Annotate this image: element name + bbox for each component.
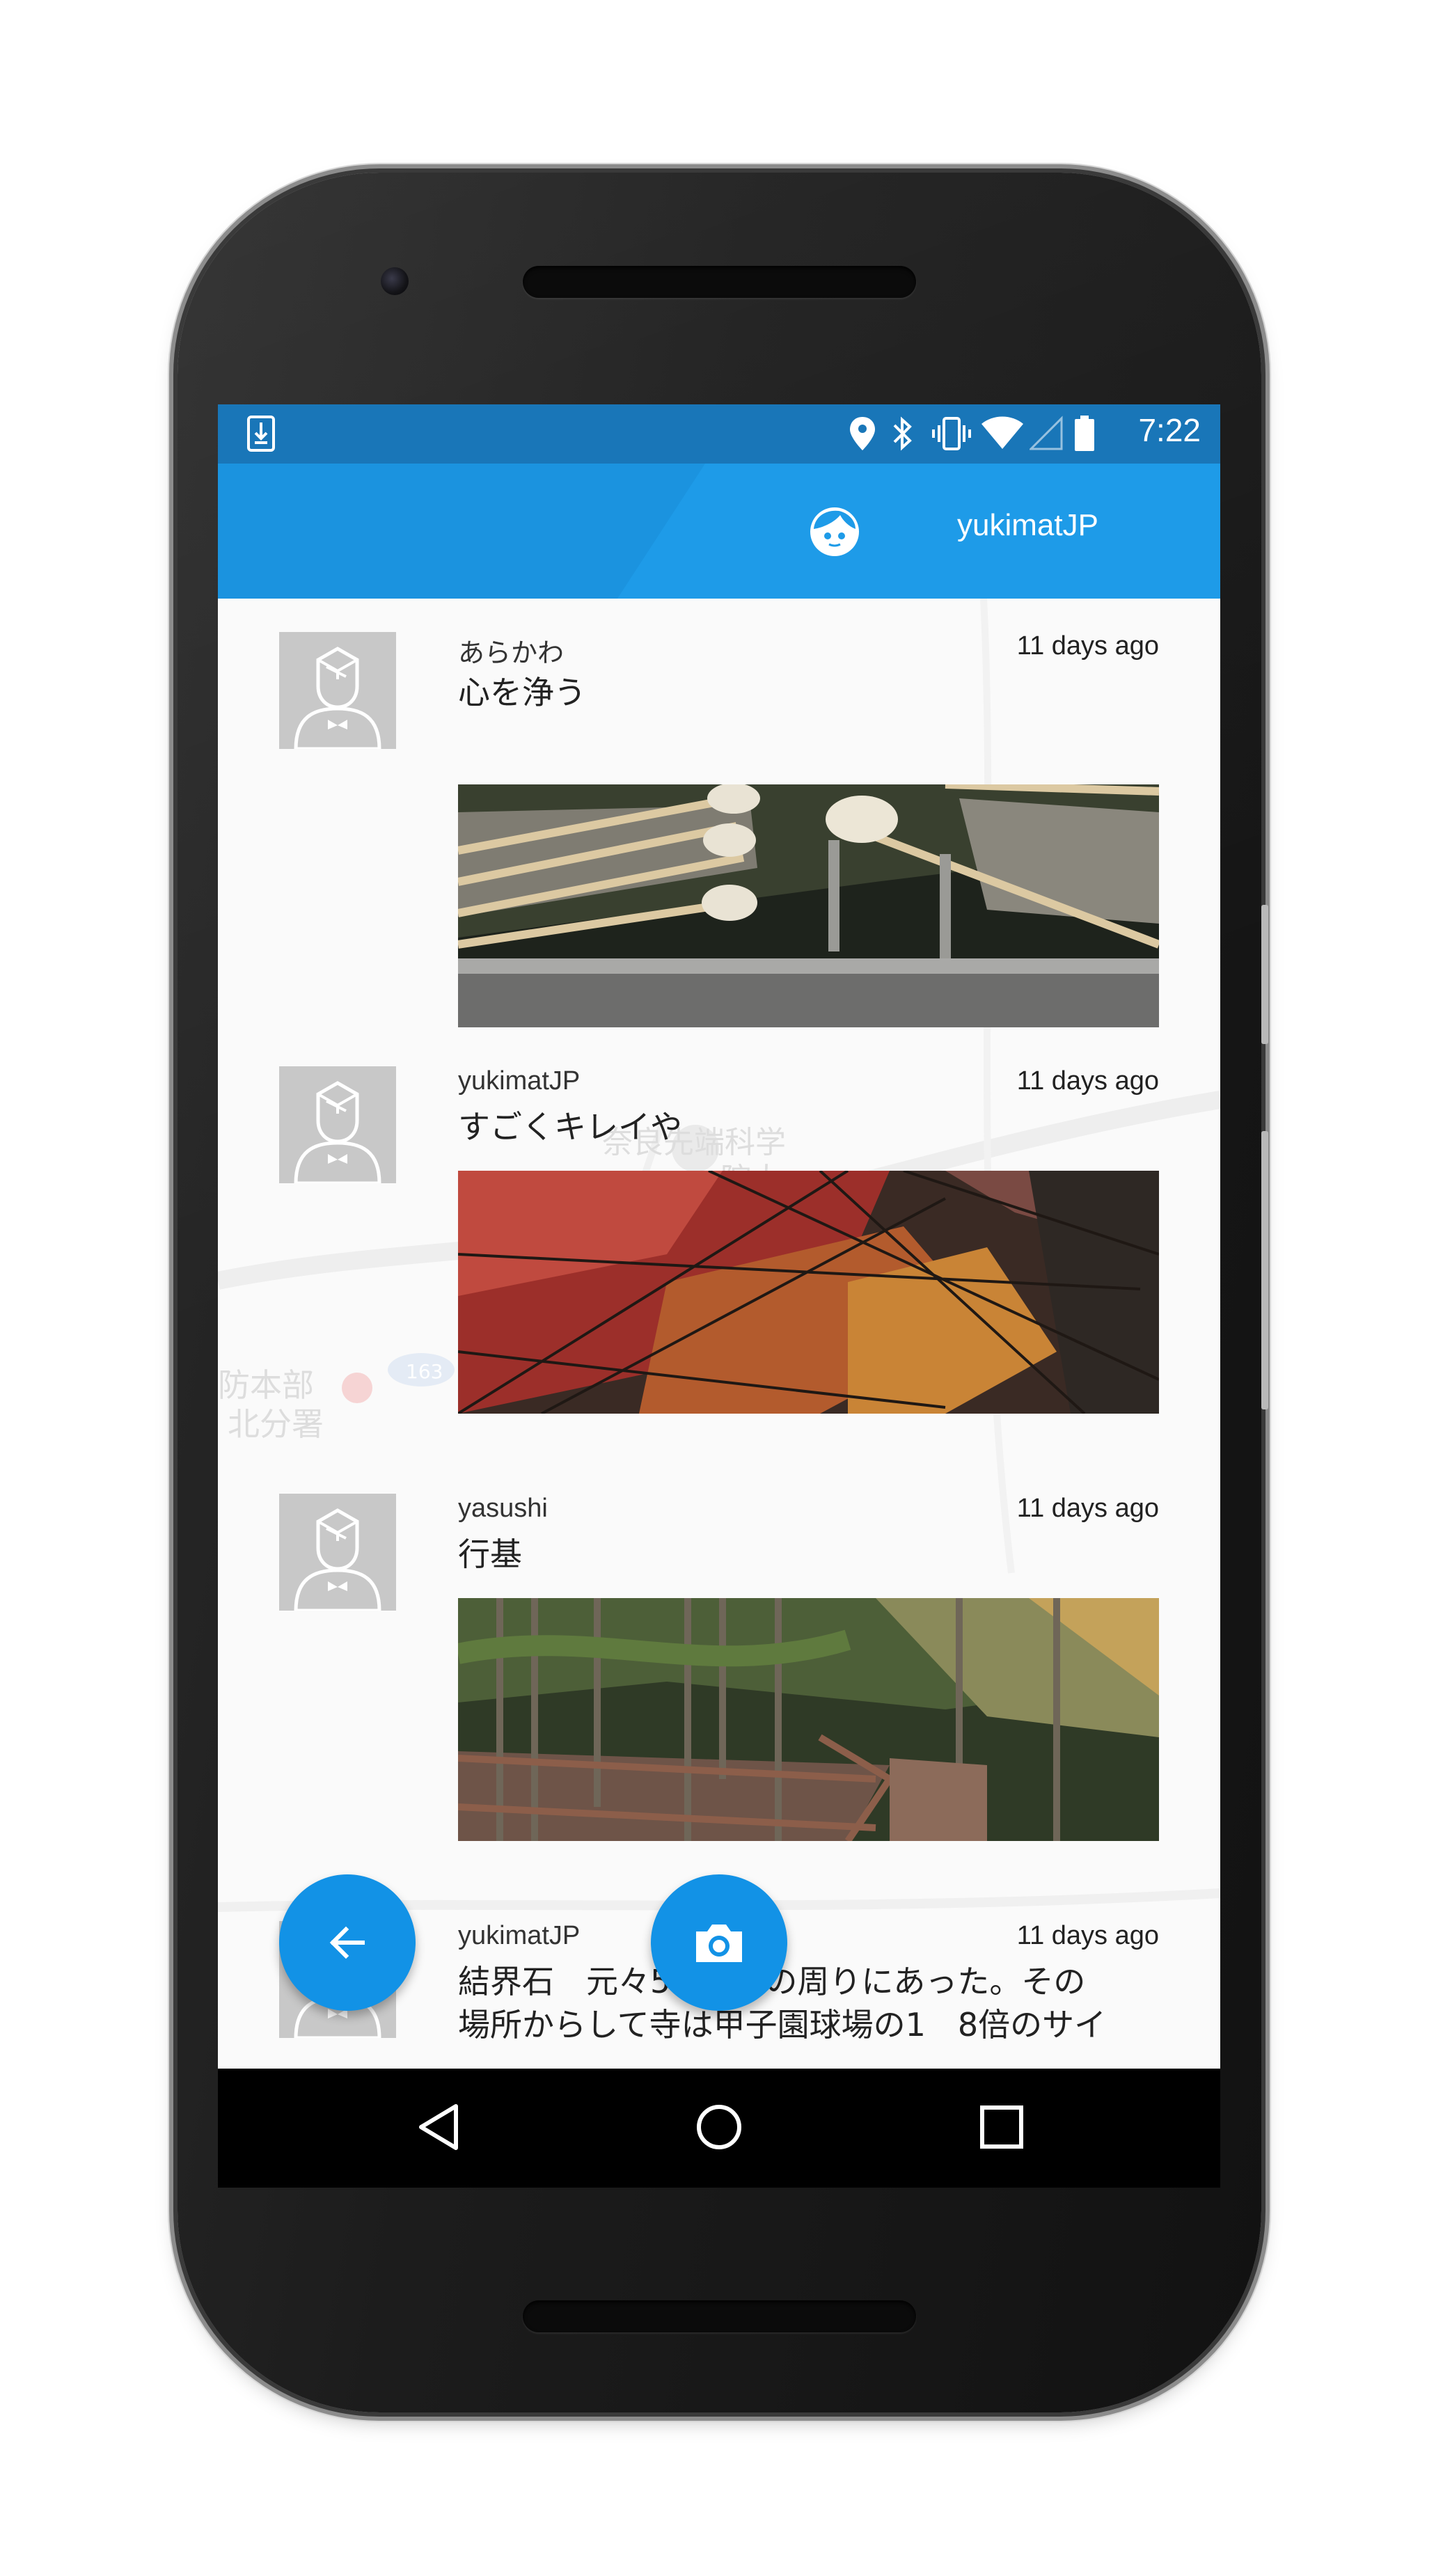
avatar[interactable] bbox=[279, 632, 396, 749]
recents-square-icon[interactable] bbox=[974, 2099, 1030, 2155]
map-label: 北分署 bbox=[228, 1405, 324, 1443]
camera-icon bbox=[696, 1925, 742, 1962]
post-feed[interactable]: 奈良先端科学 院大 防本部 北分署 163 あらかわ 11 days ago 心… bbox=[218, 599, 1220, 2069]
autumn-maple-photo[interactable] bbox=[458, 1171, 1159, 1414]
volume-button bbox=[1261, 905, 1268, 1044]
navigation-bar bbox=[218, 2069, 1220, 2188]
default-avatar-icon bbox=[279, 632, 396, 749]
post-author[interactable]: yasushi bbox=[458, 1494, 548, 1524]
back-triangle-icon[interactable] bbox=[413, 2099, 468, 2155]
post-time: 11 days ago bbox=[1016, 631, 1159, 661]
vibrate-icon bbox=[932, 417, 971, 450]
forest-path-photo[interactable] bbox=[458, 1598, 1159, 1841]
bluetooth-icon bbox=[893, 416, 912, 451]
avatar[interactable] bbox=[279, 1066, 396, 1183]
default-avatar-icon bbox=[279, 1494, 396, 1611]
post-time: 11 days ago bbox=[1016, 1066, 1159, 1096]
arrow-back-icon bbox=[329, 1926, 365, 1959]
app-bar: yukimatJP bbox=[218, 464, 1220, 599]
bottom-speaker bbox=[523, 2300, 916, 2332]
status-time: 7:22 bbox=[1138, 412, 1201, 448]
post-author[interactable]: yukimatJP bbox=[458, 1921, 580, 1951]
wifi-icon bbox=[981, 416, 1023, 449]
front-camera bbox=[381, 267, 409, 295]
camera-button[interactable] bbox=[651, 1874, 787, 2011]
post-text: 結界石 元々5つ、寺の周りにあった。その bbox=[458, 1963, 1086, 2000]
post-text: 行基 bbox=[458, 1535, 522, 1573]
cell-signal-icon bbox=[1030, 416, 1063, 450]
earpiece-speaker bbox=[523, 266, 916, 298]
post-time: 11 days ago bbox=[1016, 1921, 1159, 1950]
post-author[interactable]: yukimatJP bbox=[458, 1066, 580, 1096]
map-label: 163 bbox=[406, 1360, 443, 1383]
back-button[interactable] bbox=[279, 1874, 416, 2011]
post-author[interactable]: あらかわ bbox=[458, 631, 564, 670]
face-icon[interactable] bbox=[808, 505, 861, 558]
temizuya-ladles-photo[interactable] bbox=[458, 784, 1159, 1027]
download-icon bbox=[247, 416, 275, 452]
post-text-continued: 場所からして寺は甲子園球場の1 8倍のサイ bbox=[458, 2006, 1107, 2044]
post-text: 心を浄う bbox=[458, 674, 586, 711]
avatar[interactable] bbox=[279, 1494, 396, 1611]
account-username[interactable]: yukimatJP bbox=[957, 508, 1098, 543]
screen: 7:22 yukimatJP 奈良先端科学 院大 防本部 北分署 163 bbox=[218, 404, 1220, 2188]
power-button bbox=[1261, 1131, 1268, 1409]
location-icon bbox=[850, 417, 875, 450]
post-text: すごくキレイや bbox=[458, 1108, 682, 1146]
post-time: 11 days ago bbox=[1016, 1494, 1159, 1523]
home-circle-icon[interactable] bbox=[691, 2099, 747, 2155]
battery-icon bbox=[1075, 416, 1094, 451]
status-bar: 7:22 bbox=[218, 404, 1220, 464]
default-avatar-icon bbox=[279, 1066, 396, 1183]
